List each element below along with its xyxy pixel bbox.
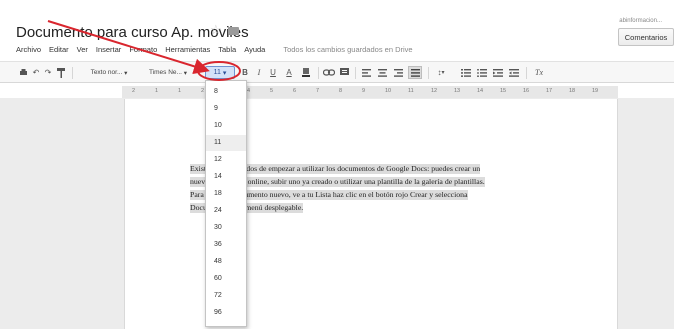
annotation-arrow: [47, 20, 241, 81]
